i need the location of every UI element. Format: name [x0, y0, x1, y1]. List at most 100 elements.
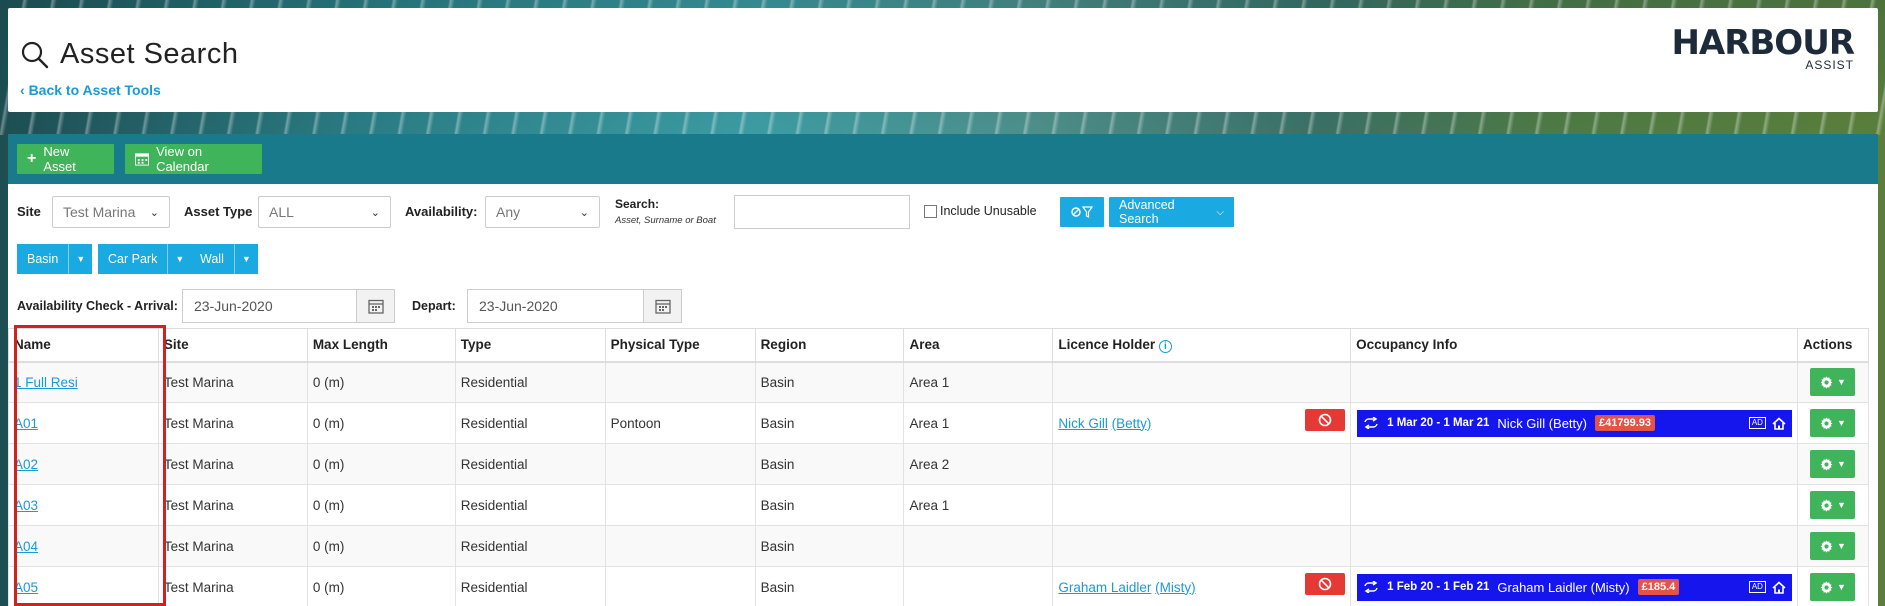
asset-type-select[interactable]: ALL ⌄: [258, 196, 391, 228]
caret-down-icon[interactable]: ▼: [68, 244, 93, 274]
column-header-region[interactable]: Region: [754, 328, 905, 363]
new-asset-button[interactable]: + New Asset: [17, 144, 114, 174]
asset-name-link[interactable]: A05: [14, 580, 38, 595]
asset-name-link[interactable]: A03: [14, 498, 38, 513]
type-cell-text: Residential: [460, 538, 528, 554]
search-label: Search:: [615, 197, 660, 211]
repeat-icon: [1364, 417, 1378, 429]
chevron-left-icon: ‹: [20, 82, 29, 98]
area-cell: Area 2: [903, 443, 1054, 485]
max-length-cell: 0 (m): [306, 361, 456, 403]
group-button-wall[interactable]: Wall ▼: [190, 244, 258, 274]
region-cell: Basin: [754, 443, 905, 485]
row-actions-button[interactable]: ▼: [1810, 532, 1856, 560]
type-cell: Residential: [454, 525, 606, 567]
search-input[interactable]: [734, 195, 910, 229]
group-car-park-label[interactable]: Car Park: [98, 244, 168, 274]
gear-icon: [1820, 416, 1833, 430]
plus-icon: +: [27, 150, 37, 167]
physical-type-cell: [604, 484, 756, 526]
info-icon[interactable]: i: [1158, 339, 1172, 353]
row-actions-button[interactable]: ▼: [1810, 450, 1856, 478]
area-cell: [903, 566, 1054, 606]
calendar-icon: [135, 153, 150, 166]
physical-type-cell: [604, 525, 756, 567]
calendar-icon[interactable]: [643, 290, 681, 322]
column-header-site[interactable]: Site: [157, 328, 308, 363]
licence-holder-link[interactable]: Graham Laidler: [1058, 580, 1151, 595]
include-unusable-checkbox[interactable]: [924, 204, 937, 218]
availability-select[interactable]: Any ⌄: [485, 196, 600, 228]
asset-name-link[interactable]: A04: [14, 539, 38, 554]
arrival-date-value[interactable]: 23-Jun-2020: [183, 290, 356, 322]
physical-type-cell: [604, 361, 756, 403]
row-actions-button[interactable]: ▼: [1810, 368, 1856, 397]
depart-date-value[interactable]: 23-Jun-2020: [468, 290, 643, 322]
column-header-licence-holder[interactable]: Licence Holder i: [1052, 328, 1352, 363]
max-length-cell: 0 (m): [306, 525, 456, 567]
type-cell-text: Residential: [460, 374, 528, 390]
licence-holder-cell: [1052, 525, 1352, 567]
licence-holder-link[interactable]: Nick Gill: [1058, 416, 1108, 431]
asset-name-cell: 1 Full Resi: [8, 361, 159, 403]
type-cell: Residential: [454, 443, 606, 485]
type-cell-text: Residential: [460, 456, 528, 472]
column-header-name[interactable]: Name: [8, 328, 159, 363]
caret-down-icon[interactable]: ▼: [167, 244, 192, 274]
max-length-cell-text: 0 (m): [312, 579, 345, 595]
row-actions-button[interactable]: ▼: [1810, 409, 1856, 437]
region-cell-text: Basin: [760, 497, 795, 513]
ban-icon: [1318, 413, 1332, 427]
site-cell-text: Test Marina: [163, 497, 234, 513]
site-cell: Test Marina: [157, 402, 308, 444]
group-button-car-park[interactable]: Car Park ▼: [98, 244, 192, 274]
arrival-date-picker[interactable]: 23-Jun-2020: [182, 289, 395, 323]
row-actions-button[interactable]: ▼: [1810, 573, 1856, 601]
search-icon: [21, 41, 49, 68]
group-button-basin[interactable]: Basin ▼: [17, 244, 93, 274]
view-on-calendar-button[interactable]: View on Calendar: [125, 144, 262, 174]
column-header-type[interactable]: Type: [454, 328, 606, 363]
calendar-icon[interactable]: [356, 290, 394, 322]
occupancy-name: Graham Laidler (Misty): [1497, 579, 1630, 595]
licence-holder-boat-link[interactable]: (Betty): [1112, 416, 1152, 431]
site-select[interactable]: Test Marina ⌄: [52, 196, 170, 228]
region-cell: Basin: [754, 566, 905, 606]
asset-name-cell: A01: [8, 402, 159, 444]
type-cell-text: Residential: [460, 579, 528, 595]
chevron-down-icon: ⌄: [149, 206, 159, 219]
include-unusable-option[interactable]: Include Unusable: [924, 204, 1037, 218]
licence-holder-boat-link[interactable]: (Misty): [1155, 580, 1196, 595]
actions-cell: ▼: [1796, 566, 1870, 606]
column-header-area[interactable]: Area: [903, 328, 1054, 363]
revoke-licence-button[interactable]: [1305, 409, 1346, 431]
type-cell: Residential: [454, 484, 606, 526]
column-header-physical-type[interactable]: Physical Type: [604, 328, 756, 363]
asset-name-link[interactable]: 1 Full Resi: [14, 375, 78, 390]
asset-results-table: Name Site Max Length Type Physical Type …: [8, 328, 1870, 606]
advanced-search-label: Advanced Search: [1119, 198, 1175, 226]
asset-name-link[interactable]: A01: [14, 416, 38, 431]
clear-filter-button[interactable]: [1060, 197, 1104, 227]
page-header: Asset Search ‹ Back to Asset Tools HARBO…: [8, 8, 1878, 112]
column-header-occupancy-info[interactable]: Occupancy Info: [1350, 328, 1798, 363]
gear-icon: [1820, 498, 1833, 512]
arrival-label: Availability Check - Arrival:: [17, 299, 178, 313]
max-length-cell: 0 (m): [306, 402, 456, 444]
asset-name-link[interactable]: A02: [14, 457, 38, 472]
caret-down-icon[interactable]: ▼: [233, 244, 258, 274]
group-wall-label[interactable]: Wall: [190, 244, 234, 274]
occupancy-dates: 1 Feb 20 - 1 Feb 21: [1387, 581, 1490, 593]
back-to-asset-tools-link[interactable]: ‹ Back to Asset Tools: [20, 82, 161, 98]
column-header-max-length[interactable]: Max Length: [306, 328, 456, 363]
occupancy-info-cell: [1350, 443, 1798, 485]
occupancy-info-cell: [1350, 484, 1798, 526]
revoke-licence-button[interactable]: [1305, 573, 1346, 595]
depart-date-picker[interactable]: 23-Jun-2020: [467, 289, 682, 323]
occupancy-booking-bar[interactable]: 1 Mar 20 - 1 Mar 21 Nick Gill (Betty) £4…: [1357, 409, 1792, 437]
advanced-search-button[interactable]: Advanced Search ⌵: [1109, 197, 1234, 227]
row-actions-button[interactable]: ▼: [1810, 491, 1856, 519]
group-basin-label[interactable]: Basin: [17, 244, 69, 274]
occupancy-booking-bar[interactable]: 1 Feb 20 - 1 Feb 21 Graham Laidler (Mist…: [1357, 573, 1792, 601]
licence-holder-cell: Graham Laidler (Misty): [1052, 566, 1352, 606]
